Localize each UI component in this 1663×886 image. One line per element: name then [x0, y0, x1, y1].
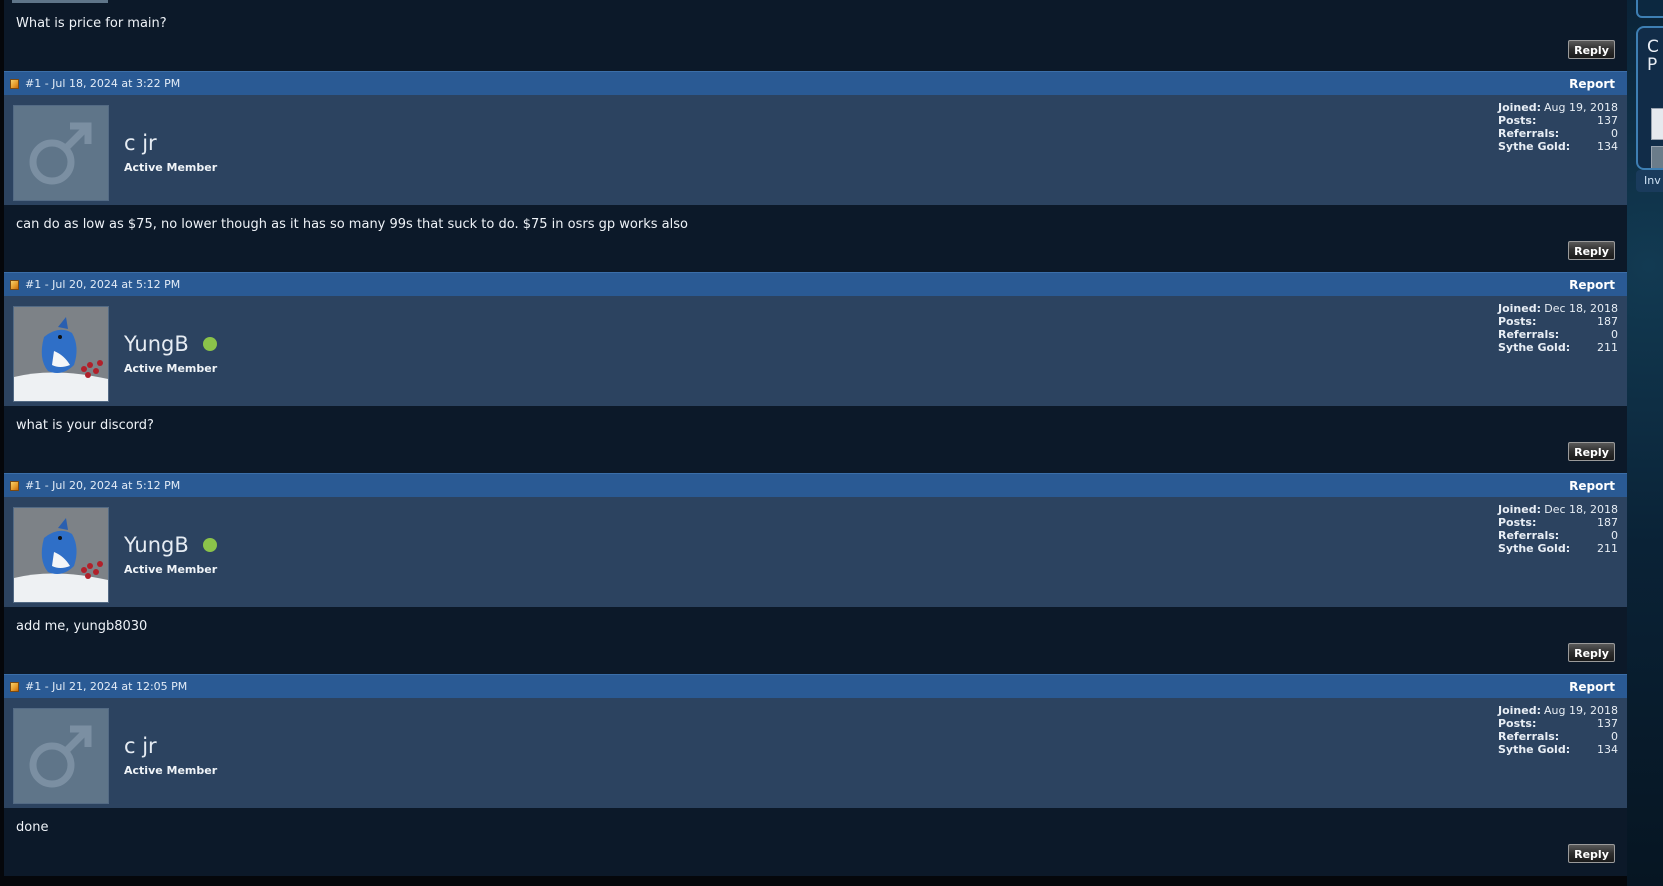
reply-button[interactable]: Reply	[1568, 844, 1615, 863]
report-link[interactable]: Report	[1569, 479, 1627, 493]
sidebar-top-box[interactable]	[1636, 0, 1663, 18]
joined-value: Dec 18, 2018	[1544, 503, 1618, 516]
sidebar-invite-button[interactable]: Inv	[1636, 170, 1663, 192]
referrals-value: 0	[1611, 127, 1618, 140]
post-text: add me, yungb8030	[16, 619, 148, 634]
posts-value: 187	[1597, 315, 1618, 328]
user-stats: Joined: Aug 19, 2018 Posts: 137 Referrals:…	[1498, 101, 1618, 153]
post-meta[interactable]: #1 - Jul 21, 2024 at 12:05 PM	[25, 680, 187, 693]
user-rank: Active Member	[124, 764, 218, 777]
posts-value: 187	[1597, 516, 1618, 529]
referrals-label: Referrals:	[1498, 529, 1560, 542]
avatar-edge	[12, 0, 108, 3]
default-male-avatar-icon[interactable]	[13, 105, 109, 201]
blue-jay-avatar-icon[interactable]	[13, 507, 109, 603]
thread-posts: What is price for main? Reply #1 - Jul 1…	[4, 0, 1627, 876]
blue-jay-avatar-icon[interactable]	[13, 306, 109, 402]
sidebar-thumbnail[interactable]	[1651, 108, 1663, 140]
gold-label: Sythe Gold:	[1498, 140, 1571, 153]
post-icon	[10, 480, 19, 491]
post-text: what is your discord?	[16, 418, 154, 433]
post-header: #1 - Jul 21, 2024 at 12:05 PM Report	[4, 674, 1627, 698]
reply-button[interactable]: Reply	[1568, 643, 1615, 662]
posts-value: 137	[1597, 114, 1618, 127]
report-link[interactable]: Report	[1569, 77, 1627, 91]
reply-button[interactable]: Reply	[1568, 241, 1615, 260]
post-body: What is price for main? Reply	[4, 0, 1627, 71]
post-meta[interactable]: #1 - Jul 20, 2024 at 5:12 PM	[25, 278, 180, 291]
joined-label: Joined:	[1498, 101, 1541, 114]
posts-label: Posts:	[1498, 717, 1537, 730]
posts-label: Posts:	[1498, 114, 1537, 127]
referrals-value: 0	[1611, 529, 1618, 542]
referrals-value: 0	[1611, 328, 1618, 341]
gold-value: 211	[1597, 341, 1618, 354]
user-stats: Joined: Dec 18, 2018 Posts: 187 Referrals:…	[1498, 302, 1618, 354]
joined-value: Aug 19, 2018	[1544, 101, 1618, 114]
online-status-icon	[202, 538, 217, 552]
username[interactable]: YungB	[124, 533, 217, 557]
sidebar-box-title: C P	[1647, 37, 1659, 75]
username-text[interactable]: YungB	[124, 533, 189, 557]
gold-label: Sythe Gold:	[1498, 341, 1571, 354]
user-stats: Joined: Aug 19, 2018 Posts: 137 Referrals:…	[1498, 704, 1618, 756]
post-body: done Reply	[4, 808, 1627, 876]
username-text[interactable]: c jr	[124, 131, 157, 155]
posts-label: Posts:	[1498, 315, 1537, 328]
username[interactable]: c jr	[124, 734, 157, 758]
user-rank: Active Member	[124, 563, 218, 576]
gold-label: Sythe Gold:	[1498, 542, 1571, 555]
default-male-avatar-icon[interactable]	[13, 708, 109, 804]
gold-label: Sythe Gold:	[1498, 743, 1571, 756]
post-text: What is price for main?	[16, 16, 167, 31]
sidebar-thumbnail[interactable]	[1651, 146, 1663, 168]
post-icon	[10, 279, 19, 290]
referrals-value: 0	[1611, 730, 1618, 743]
right-sidebar: C P Inv	[1627, 0, 1663, 886]
username[interactable]: c jr	[124, 131, 157, 155]
report-link[interactable]: Report	[1569, 278, 1627, 292]
username-text[interactable]: YungB	[124, 332, 189, 356]
post-header: #1 - Jul 20, 2024 at 5:12 PM Report	[4, 473, 1627, 497]
referrals-label: Referrals:	[1498, 328, 1560, 341]
reply-button[interactable]: Reply	[1568, 40, 1615, 59]
sidebar-profile-box[interactable]: C P	[1636, 26, 1663, 170]
joined-label: Joined:	[1498, 704, 1541, 717]
post-icon	[10, 681, 19, 692]
report-link[interactable]: Report	[1569, 680, 1627, 694]
username[interactable]: YungB	[124, 332, 217, 356]
post-body: add me, yungb8030 Reply	[4, 607, 1627, 674]
joined-value: Aug 19, 2018	[1544, 704, 1618, 717]
post-meta[interactable]: #1 - Jul 18, 2024 at 3:22 PM	[25, 77, 180, 90]
posts-value: 137	[1597, 717, 1618, 730]
user-info-bar: c jr Active Member Joined: Aug 19, 2018 P…	[4, 698, 1627, 808]
joined-value: Dec 18, 2018	[1544, 302, 1618, 315]
post-icon	[10, 78, 19, 89]
referrals-label: Referrals:	[1498, 730, 1560, 743]
gold-value: 134	[1597, 743, 1618, 756]
post-meta[interactable]: #1 - Jul 20, 2024 at 5:12 PM	[25, 479, 180, 492]
referrals-label: Referrals:	[1498, 127, 1560, 140]
post-body: what is your discord? Reply	[4, 406, 1627, 473]
user-info-bar: YungB Active Member Joined: Dec 18, 2018 …	[4, 497, 1627, 607]
gold-value: 134	[1597, 140, 1618, 153]
post-body: can do as low as $75, no lower though as…	[4, 205, 1627, 272]
user-stats: Joined: Dec 18, 2018 Posts: 187 Referrals:…	[1498, 503, 1618, 555]
user-rank: Active Member	[124, 161, 218, 174]
user-rank: Active Member	[124, 362, 218, 375]
user-info-bar: YungB Active Member Joined: Dec 18, 2018 …	[4, 296, 1627, 406]
online-status-icon	[202, 337, 217, 351]
reply-button[interactable]: Reply	[1568, 442, 1615, 461]
joined-label: Joined:	[1498, 302, 1541, 315]
post-header: #1 - Jul 18, 2024 at 3:22 PM Report	[4, 71, 1627, 95]
user-info-bar: c jr Active Member Joined: Aug 19, 2018 P…	[4, 95, 1627, 205]
post-text: can do as low as $75, no lower though as…	[16, 217, 688, 232]
post-text: done	[16, 820, 49, 835]
joined-label: Joined:	[1498, 503, 1541, 516]
gold-value: 211	[1597, 542, 1618, 555]
username-text[interactable]: c jr	[124, 734, 157, 758]
posts-label: Posts:	[1498, 516, 1537, 529]
post-header: #1 - Jul 20, 2024 at 5:12 PM Report	[4, 272, 1627, 296]
